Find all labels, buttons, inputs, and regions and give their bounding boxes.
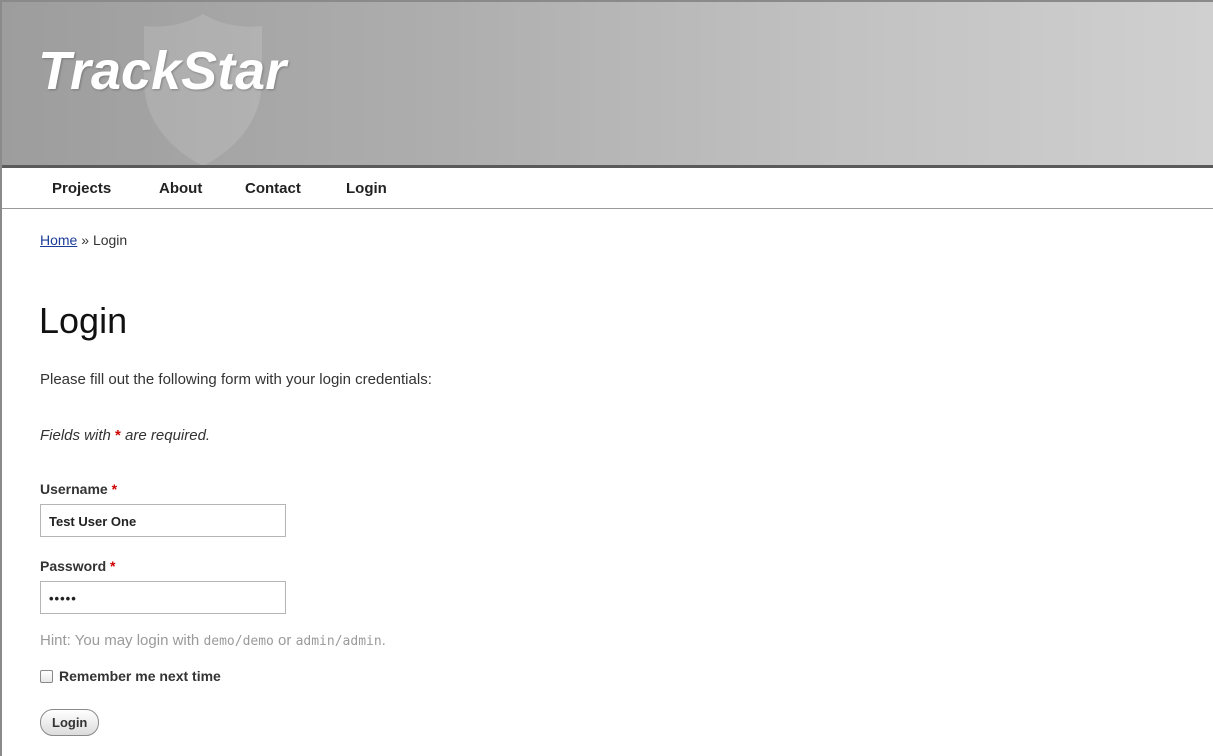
username-field[interactable] xyxy=(40,504,286,537)
nav-item-contact[interactable]: Contact xyxy=(245,180,301,197)
hint-prefix: Hint: You may login with xyxy=(40,632,204,649)
nav-item-projects[interactable]: Projects xyxy=(52,180,111,197)
required-fields-note: Fields with * are required. xyxy=(40,427,210,444)
note-text-after: are required. xyxy=(120,427,211,444)
note-text-before: Fields with xyxy=(40,427,116,444)
username-label-text: Username xyxy=(40,481,108,497)
browser-viewport: TrackStar Projects About Contact Login H… xyxy=(0,0,1213,756)
password-label-text: Password xyxy=(40,558,107,574)
nav-item-login[interactable]: Login xyxy=(346,180,387,197)
hint-credentials-demo: demo/demo xyxy=(203,634,274,649)
form-intro-text: Please fill out the following form with … xyxy=(40,371,432,388)
site-logo[interactable]: TrackStar xyxy=(38,40,286,102)
login-submit-button[interactable]: Login xyxy=(40,709,100,736)
hint-or: or xyxy=(273,632,296,649)
password-field[interactable] xyxy=(40,581,286,614)
nav-item-about[interactable]: About xyxy=(159,180,202,197)
main-nav: Projects About Contact Login xyxy=(2,165,1213,209)
hint-suffix: . xyxy=(381,632,386,649)
login-hint: Hint: You may login with demo/demo or ad… xyxy=(40,632,386,649)
hint-credentials-admin: admin/admin xyxy=(295,634,382,649)
breadcrumb-home-link[interactable]: Home xyxy=(40,232,77,248)
remember-me-row: Remember me next time xyxy=(40,668,221,684)
site-header: TrackStar xyxy=(2,2,1213,165)
breadcrumb-current: Login xyxy=(92,232,128,248)
remember-me-label[interactable]: Remember me next time xyxy=(59,668,221,684)
page-title: Login xyxy=(39,300,128,341)
remember-me-checkbox[interactable] xyxy=(40,669,53,683)
breadcrumb: Home » Login xyxy=(40,232,127,248)
password-required-star: * xyxy=(110,558,116,574)
password-label: Password * xyxy=(40,558,115,574)
breadcrumb-separator: » xyxy=(77,232,93,248)
username-required-star: * xyxy=(111,481,118,497)
username-label: Username * xyxy=(40,481,117,497)
